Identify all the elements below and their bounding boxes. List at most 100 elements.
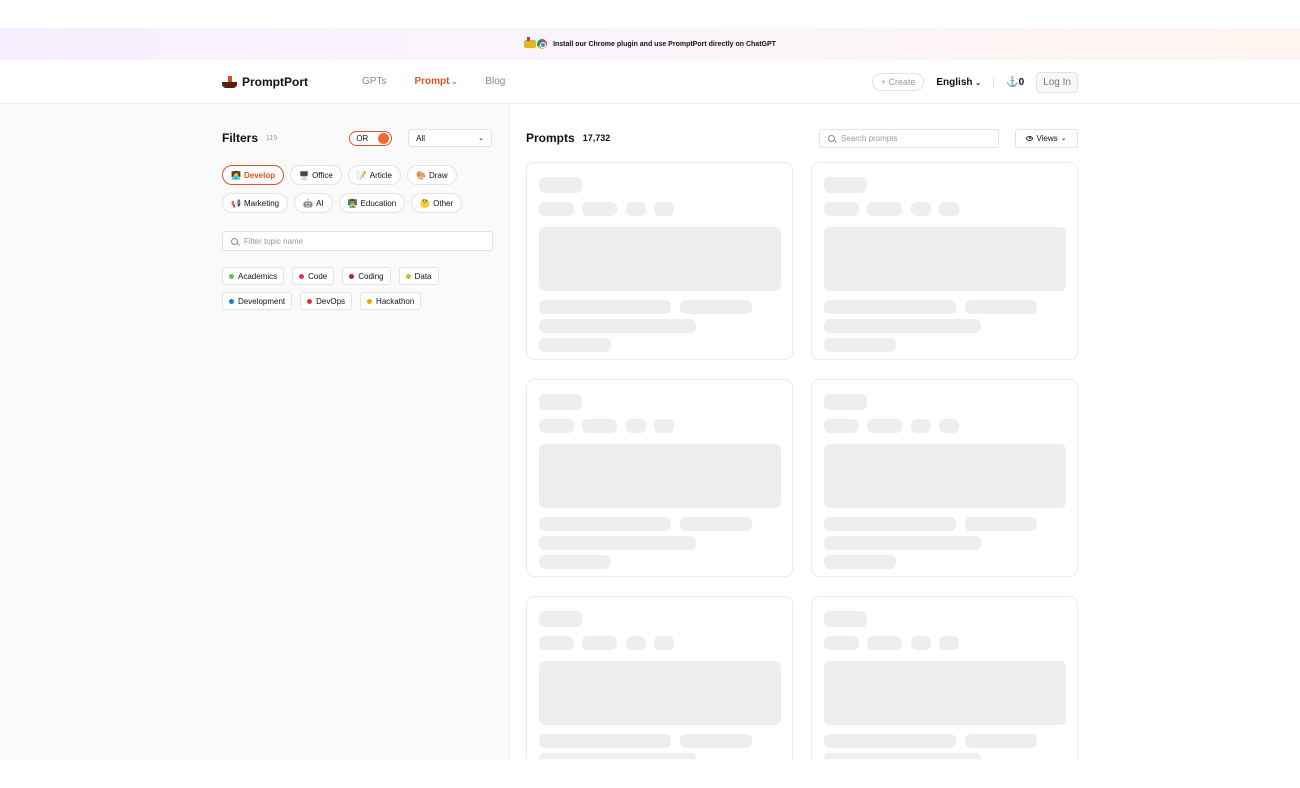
- login-button[interactable]: Log In: [1036, 71, 1078, 93]
- select-value: All: [416, 133, 426, 143]
- language-select[interactable]: English ⌄: [936, 77, 981, 88]
- main-nav: GPTs Prompt ⌄ Blog: [362, 76, 505, 87]
- skeleton-bar: [582, 419, 617, 433]
- category-list: 👩‍💻 Develop 🖥️ Office 📝 Article 🎨 Draw 📢 Mark…: [222, 165, 493, 213]
- skeleton-bar: [539, 300, 671, 314]
- category-draw[interactable]: 🎨 Draw: [407, 165, 457, 185]
- category-article[interactable]: 📝 Article: [347, 165, 402, 185]
- skeleton-bar: [867, 202, 902, 216]
- skeleton-bar: [824, 555, 896, 569]
- topic-dot: [307, 298, 313, 304]
- topic-search-input[interactable]: Filter topic name: [222, 231, 493, 251]
- skeleton-bar: [539, 611, 582, 627]
- skeleton-bar: [539, 517, 671, 531]
- category-marketing[interactable]: 📢 Marketing: [222, 193, 289, 213]
- nav-blog[interactable]: Blog: [485, 76, 505, 87]
- ship-logo-icon: [222, 75, 237, 88]
- prompt-card-skeleton[interactable]: [811, 379, 1078, 577]
- category-education[interactable]: 👨‍🏫 Education: [338, 193, 406, 213]
- skeleton-bar: [965, 517, 1037, 531]
- skeleton-bar: [626, 202, 646, 216]
- skeleton-bar: [824, 444, 1066, 508]
- category-ai[interactable]: 🤖 AI: [294, 193, 333, 213]
- skeleton-bar: [626, 419, 646, 433]
- prompt-card-skeleton[interactable]: [811, 162, 1078, 360]
- skeleton-bar: [654, 419, 674, 433]
- prompt-card-skeleton[interactable]: [526, 379, 793, 577]
- skeleton-bar: [824, 611, 867, 627]
- topic-data[interactable]: Data: [398, 267, 439, 285]
- prompts-title: Prompts: [526, 131, 575, 145]
- skeleton-bar: [824, 517, 956, 531]
- views-button[interactable]: Views ⌄: [1015, 128, 1078, 148]
- chevron-down-icon: ⌄: [478, 135, 484, 142]
- nav-prompt[interactable]: Prompt ⌄: [414, 76, 457, 87]
- create-button[interactable]: + Create: [871, 73, 925, 91]
- topic-academics[interactable]: Academics: [222, 267, 285, 285]
- topic-list: Academics Code Coding Data Development D…: [222, 267, 493, 310]
- filter-select[interactable]: All ⌄: [408, 129, 492, 147]
- category-other[interactable]: 🤔 Other: [411, 193, 463, 213]
- skeleton-bar: [654, 636, 674, 650]
- plugin-banner[interactable]: Install our Chrome plugin and use Prompt…: [0, 28, 1300, 60]
- topic-development[interactable]: Development: [222, 292, 293, 310]
- prompt-card-skeleton[interactable]: [526, 596, 793, 759]
- skeleton-bar: [539, 734, 671, 748]
- skeleton-bar: [824, 300, 956, 314]
- filters-sidebar: Filters 119 OR All ⌄ 👩‍💻 Develop 🖥️ Office…: [0, 104, 510, 759]
- skeleton-bar: [824, 319, 981, 333]
- eye-icon: [1026, 135, 1034, 141]
- topic-dot: [349, 273, 355, 279]
- topic-devops[interactable]: DevOps: [300, 292, 353, 310]
- prompt-search-input[interactable]: Search prompts: [819, 128, 999, 148]
- skeleton-bar: [539, 394, 582, 410]
- anchor-icon: ⚓: [1006, 76, 1019, 88]
- header-actions: + Create English ⌄ ⚓0 Log In: [871, 60, 1078, 104]
- skeleton-bar: [824, 734, 956, 748]
- thinking-emoji-icon: 🤔: [420, 198, 431, 208]
- skeleton-bar: [539, 338, 611, 352]
- skeleton-bar: [539, 555, 611, 569]
- skeleton-bar: [911, 636, 931, 650]
- topic-coding[interactable]: Coding: [342, 267, 391, 285]
- skeleton-bar: [824, 419, 859, 433]
- skeleton-bar: [939, 636, 959, 650]
- or-toggle[interactable]: OR: [349, 130, 393, 146]
- chrome-icon: [537, 39, 548, 49]
- topic-code[interactable]: Code: [292, 267, 335, 285]
- skeleton-bar: [582, 636, 617, 650]
- anchor-counter[interactable]: ⚓0: [1006, 77, 1024, 88]
- prompt-card-skeleton[interactable]: [526, 162, 793, 360]
- skeleton-bar: [582, 202, 617, 216]
- category-office[interactable]: 🖥️ Office: [290, 165, 342, 185]
- prompt-card-grid: [526, 162, 1078, 759]
- logo[interactable]: PromptPort: [222, 75, 362, 89]
- category-develop[interactable]: 👩‍💻 Develop: [222, 165, 285, 185]
- prompts-count: 17,732: [582, 133, 611, 143]
- topic-dot: [367, 298, 373, 304]
- skeleton-bar: [824, 661, 1066, 725]
- skeleton-bar: [911, 202, 931, 216]
- skeleton-bar: [824, 753, 981, 759]
- robot-emoji-icon: 🤖: [303, 198, 314, 208]
- filters-title: Filters: [222, 131, 259, 145]
- skeleton-bar: [965, 734, 1037, 748]
- ship-icon: [524, 37, 537, 48]
- header: PromptPort GPTs Prompt ⌄ Blog + Create En…: [0, 60, 1300, 104]
- topic-dot: [229, 273, 234, 279]
- nav-gpts[interactable]: GPTs: [362, 76, 386, 87]
- skeleton-bar: [824, 202, 859, 216]
- skeleton-bar: [824, 227, 1066, 291]
- logo-text: PromptPort: [242, 74, 308, 89]
- topic-hackathon[interactable]: Hackathon: [360, 292, 422, 310]
- skeleton-bar: [824, 177, 867, 193]
- prompt-card-skeleton[interactable]: [811, 596, 1078, 759]
- banner-text: Install our Chrome plugin and use Prompt…: [553, 40, 776, 48]
- skeleton-bar: [867, 419, 902, 433]
- computer-emoji-icon: 🖥️: [299, 170, 310, 180]
- skeleton-bar: [539, 536, 696, 550]
- skeleton-bar: [824, 536, 981, 550]
- skeleton-bar: [824, 394, 867, 410]
- teacher-emoji-icon: 👨‍🏫: [347, 198, 358, 208]
- skeleton-bar: [626, 636, 646, 650]
